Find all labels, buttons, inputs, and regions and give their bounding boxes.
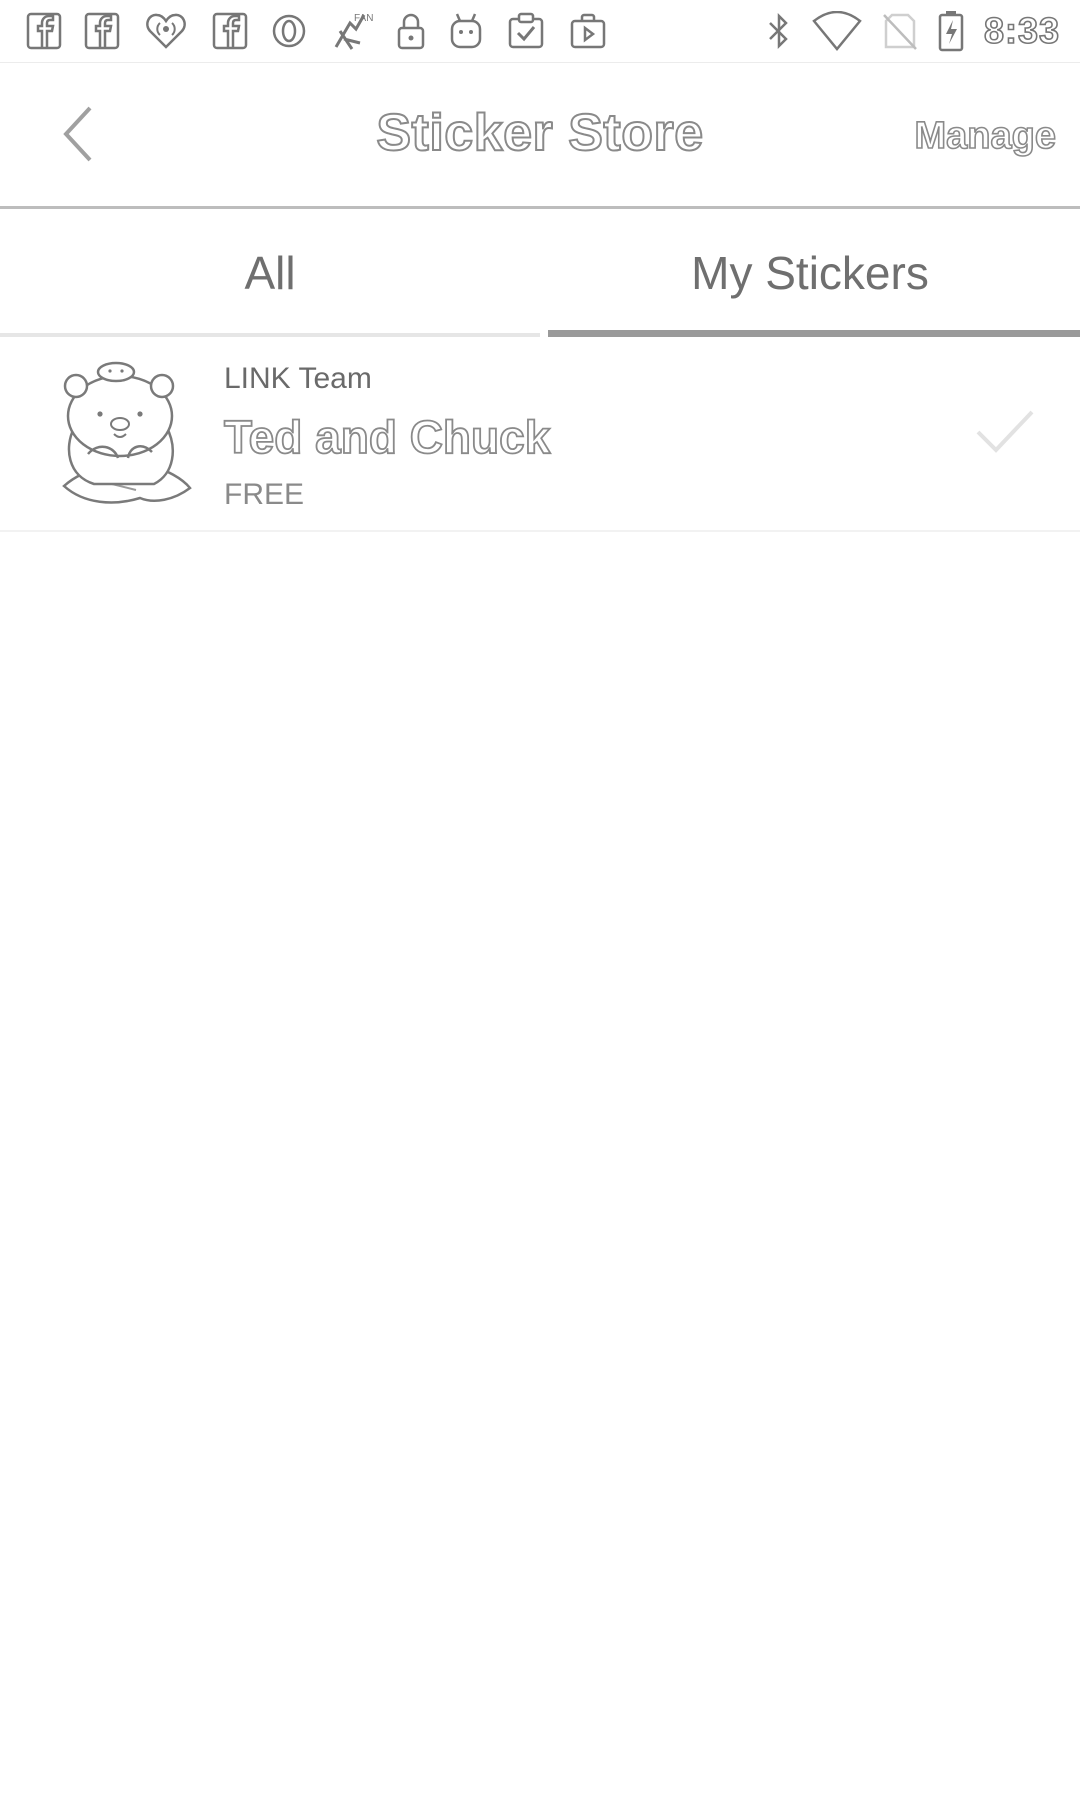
clipboard-check-icon <box>506 11 546 51</box>
check-icon <box>974 406 1036 456</box>
tab-bar: All My Stickers <box>0 209 1080 337</box>
fandango-icon: FAN <box>330 9 374 53</box>
lock-icon <box>396 11 426 51</box>
sticker-price: FREE <box>224 478 305 511</box>
bluetooth-icon <box>766 11 792 51</box>
clock-time: 8:33 <box>983 9 1060 52</box>
android-icon <box>448 11 484 51</box>
no-sim-icon <box>882 11 918 51</box>
system-status-icons: 8:33 <box>766 8 1060 54</box>
status-bar: FAN 8:33 <box>0 0 1080 63</box>
active-tab-indicator <box>548 330 1080 337</box>
battery-charging-icon <box>938 10 964 52</box>
tab-my-stickers[interactable]: My Stickers <box>540 209 1080 337</box>
tab-divider <box>0 333 540 337</box>
tab-label: My Stickers <box>691 247 929 299</box>
svg-text:FAN: FAN <box>354 13 373 24</box>
sticker-list-item[interactable]: LINK Team Ted and Chuck FREE <box>0 338 1080 532</box>
sticker-title: Ted and Chuck <box>223 410 551 464</box>
sticker-author: LINK Team <box>224 362 372 395</box>
play-store-icon <box>568 11 608 51</box>
facebook-icon <box>84 11 120 51</box>
iheartradio-icon <box>142 11 190 51</box>
notification-icons: FAN <box>26 8 608 54</box>
sticker-list: LINK Team Ted and Chuck FREE <box>0 338 1080 532</box>
tab-all[interactable]: All <box>0 209 540 337</box>
wifi-icon <box>812 11 862 51</box>
facebook-icon <box>26 11 62 51</box>
opera-icon <box>270 11 308 51</box>
manage-button[interactable]: Manage <box>914 114 1057 158</box>
facebook-icon <box>212 11 248 51</box>
tab-label: All <box>244 247 296 299</box>
bear-sticker-icon <box>44 358 194 508</box>
top-app-bar: Sticker Store Manage <box>0 63 1080 209</box>
